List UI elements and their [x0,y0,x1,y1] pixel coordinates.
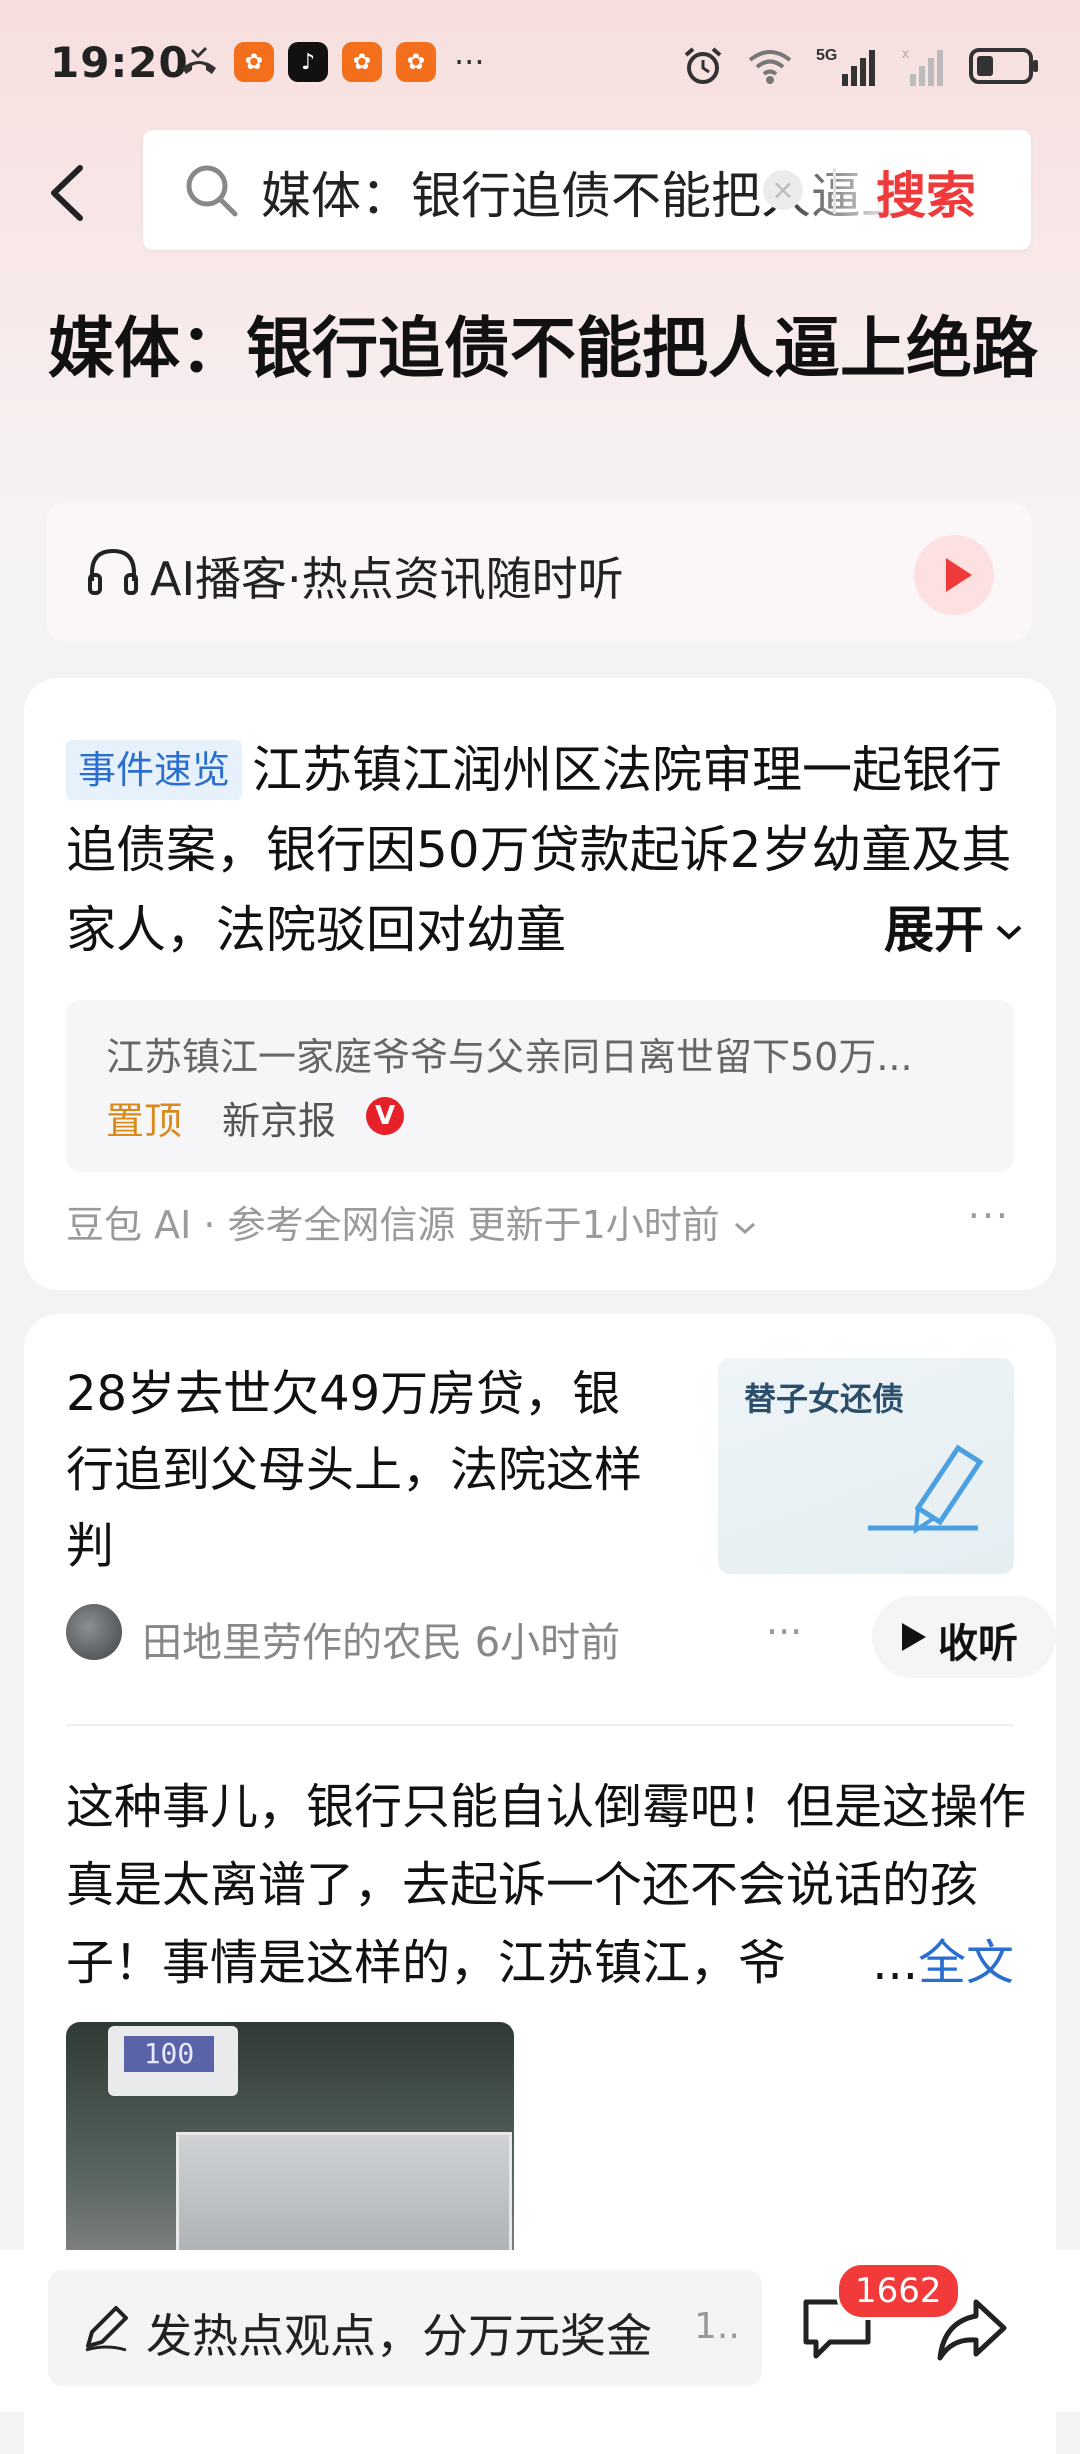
article-meta: 田地里劳作的农民 6小时前 ··· 收听 [66,1596,1056,1678]
status-time: 19:20 [50,38,189,87]
summary-meta[interactable]: 豆包 AI · 参考全网信源 更新于1小时前 [66,1194,758,1249]
share-icon[interactable] [934,2294,1010,2364]
svg-text:x: x [902,45,909,61]
search-divider [833,168,836,214]
status-more-dots: ··· [454,43,485,81]
expand-label: 展开 [884,901,984,959]
bottom-bar: 发热点观点，分万元奖金 1.. 1662 [0,2250,1080,2412]
author-name: 田地里劳作的农民 [142,1620,462,1666]
author-avatar[interactable] [66,1604,122,1660]
chevron-down-icon [996,925,1022,940]
chevron-down-icon [734,1222,755,1235]
ellipsis: ... [872,1935,918,1991]
full-text-label: 全文 [917,1935,1014,1991]
back-arrow-icon[interactable] [40,158,100,228]
comment-composer[interactable]: 发热点观点，分万元奖金 1.. [48,2270,762,2386]
reference-text: 江苏镇江一家庭爷爷与父亲同日离世留下50万... [106,1035,913,1079]
composer-placeholder: 发热点观点，分万元奖金 [146,2309,652,2363]
missed-call-icon [182,46,216,74]
wifi-icon [748,50,792,84]
scale-display: 100 [124,2036,214,2072]
battery-icon [969,48,1038,84]
svg-text:5G: 5G [816,47,837,64]
event-summary-card: 事件速览 江苏镇江润州区法院审理一起银行追债案，银行因50万贷款起诉2岁幼童及其家… [24,678,1056,1290]
5g-signal-icon: 5G [816,47,875,86]
more-options-icon[interactable]: ··· [766,1610,802,1654]
divider [66,1724,1014,1726]
search-input[interactable]: 媒体：银行追债不能把人逼上绝路 [261,156,901,228]
summary-meta-text: 豆包 AI · 参考全网信源 更新于1小时前 [66,1203,720,1247]
listen-label: 收听 [938,1621,1018,1667]
listen-button[interactable]: 收听 [872,1596,1056,1678]
verified-badge-icon: V [366,1097,404,1135]
search-icon [186,165,238,217]
pen-illustration-icon [868,1444,984,1534]
full-text-link[interactable]: ...全文 [812,1924,1014,2002]
reference-source[interactable]: 江苏镇江一家庭爷爷与父亲同日离世留下50万... 置顶 新京报 V [66,1000,1014,1172]
app-icon: ✿ [234,42,274,82]
app-icon: ✿ [396,42,436,82]
status-bar: 19:20 ✿ ♪ ✿ ✿ ··· 5G x [0,0,1080,130]
source-name: 新京报 [222,1099,337,1143]
search-button[interactable]: 搜索 [876,156,976,228]
alarm-icon [684,47,722,84]
article-thumbnail[interactable]: 替子女还债 [718,1358,1014,1574]
expand-button[interactable]: 展开 [814,890,1026,970]
article-title[interactable]: 28岁去世欠49万房贷，银行追到父母头上，法院这样判 [66,1356,656,1584]
event-tag: 事件速览 [66,740,243,800]
play-icon [902,1623,926,1651]
author-and-time[interactable]: 田地里劳作的农民 6小时前 [142,1610,620,1668]
status-right-icons: 5G x [682,44,1040,88]
status-left-icons: ✿ ♪ ✿ ✿ ··· [178,42,485,82]
headphones-icon [88,548,138,595]
post-time: 6小时前 [474,1620,621,1666]
composer-suffix: 1.. [694,2306,740,2347]
pen-icon [85,2306,128,2352]
search-box[interactable]: 媒体：银行追债不能把人逼上绝路 × 搜索 [143,130,1031,250]
pinned-label: 置顶 [106,1099,183,1143]
more-options-icon[interactable]: ··· [968,1194,1010,1238]
ai-podcast-bar[interactable]: AI播客·热点资讯随时听 [46,503,1032,641]
tiktok-icon: ♪ [288,42,328,82]
play-icon[interactable] [914,535,994,615]
page-title: 媒体：银行追债不能把人逼上绝路 [48,310,1038,387]
post-photo[interactable]: 100 [66,2022,514,2282]
app-icon: ✿ [342,42,382,82]
podcast-label: AI播客·热点资讯随时听 [150,552,624,606]
clear-search-button[interactable]: × [763,170,803,210]
signal-icon: x [902,45,943,86]
search-header: 媒体：银行追债不能把人逼上绝路 × 搜索 [0,130,1080,260]
